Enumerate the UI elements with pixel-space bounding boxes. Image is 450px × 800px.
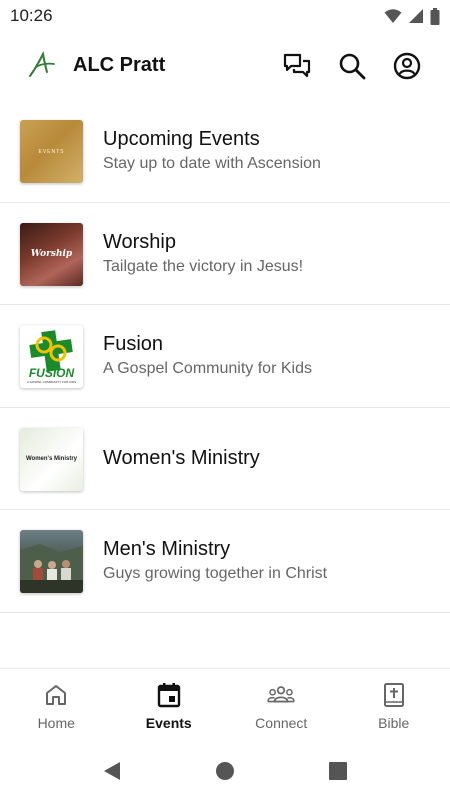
- fusion-logo-icon: FUSION A GOSPEL COMMUNITY FOR KIDS: [27, 330, 76, 384]
- church-logo-icon: [29, 50, 55, 77]
- cellular-signal-icon: [409, 9, 423, 23]
- worship-thumbnail: Worship: [20, 222, 83, 286]
- nav-item-home[interactable]: Home: [0, 669, 113, 738]
- group-icon: [267, 686, 296, 703]
- womens-ministry-thumbnail: Women's Ministry: [20, 427, 83, 491]
- list-item-worship[interactable]: Worship Worship Tailgate the victory in …: [0, 203, 450, 305]
- home-circle-icon[interactable]: [214, 760, 236, 782]
- nav-label: Connect: [255, 715, 308, 731]
- home-icon: [46, 685, 67, 705]
- status-bar: 10:26: [0, 0, 450, 32]
- list-item-mens-ministry[interactable]: Men's Ministry Guys growing together in …: [0, 510, 450, 613]
- list-item-womens-ministry[interactable]: Women's Ministry Women's Ministry: [0, 408, 450, 510]
- list-item-title: Fusion: [103, 333, 164, 356]
- nav-label: Home: [37, 715, 75, 731]
- chat-icon: [283, 53, 311, 78]
- thumbnail-text: EVENTS: [38, 148, 65, 155]
- bottom-navigation: Home Events Connect Bible: [0, 668, 450, 738]
- nav-item-bible[interactable]: Bible: [338, 669, 450, 738]
- list-item-upcoming-events[interactable]: EVENTS Upcoming Events Stay up to date w…: [0, 100, 450, 203]
- thumbnail-text: Women's Ministry: [26, 456, 77, 462]
- account-button[interactable]: [391, 50, 423, 82]
- bible-icon: [383, 683, 404, 707]
- app-title: ALC Pratt: [73, 54, 166, 76]
- mens-ministry-thumbnail: [20, 530, 83, 593]
- thumbnail-subtext: A GOSPEL COMMUNITY FOR KIDS: [27, 380, 76, 384]
- list-item-subtitle: Tailgate the victory in Jesus!: [103, 257, 304, 275]
- list-item-fusion[interactable]: FUSION A GOSPEL COMMUNITY FOR KIDS Fusio…: [0, 305, 450, 408]
- ministry-list: EVENTS Upcoming Events Stay up to date w…: [0, 100, 450, 613]
- calendar-icon: [157, 683, 180, 708]
- app-header: ALC Pratt: [0, 36, 450, 96]
- list-item-title: Women's Ministry: [103, 447, 260, 470]
- list-item-subtitle: Stay up to date with Ascension: [103, 155, 321, 173]
- fusion-thumbnail: FUSION A GOSPEL COMMUNITY FOR KIDS: [20, 325, 83, 388]
- recent-apps-icon[interactable]: [327, 760, 349, 782]
- back-icon[interactable]: [101, 760, 123, 782]
- list-item-subtitle: Guys growing together in Christ: [103, 565, 328, 583]
- list-item-title: Worship: [103, 230, 176, 253]
- wifi-icon: [384, 9, 402, 23]
- battery-icon: [430, 7, 440, 25]
- system-navigation-bar: [0, 742, 450, 800]
- search-icon: [339, 53, 366, 80]
- mens-group-photo: [20, 544, 83, 593]
- upcoming-events-thumbnail: EVENTS: [20, 120, 83, 183]
- status-time: 10:26: [10, 6, 53, 25]
- search-button[interactable]: [336, 50, 368, 82]
- list-item-title: Men's Ministry: [103, 538, 231, 561]
- list-item-subtitle: A Gospel Community for Kids: [103, 360, 312, 378]
- status-icons: [384, 7, 440, 25]
- account-icon: [393, 52, 421, 80]
- nav-label: Bible: [378, 715, 410, 731]
- nav-label: Events: [145, 715, 192, 731]
- nav-item-connect[interactable]: Connect: [225, 669, 338, 738]
- list-item-title: Upcoming Events: [103, 128, 260, 151]
- thumbnail-text: FUSION: [29, 366, 75, 380]
- nav-item-events[interactable]: Events: [113, 669, 226, 738]
- chat-button[interactable]: [281, 50, 313, 82]
- thumbnail-text: Worship: [30, 249, 73, 259]
